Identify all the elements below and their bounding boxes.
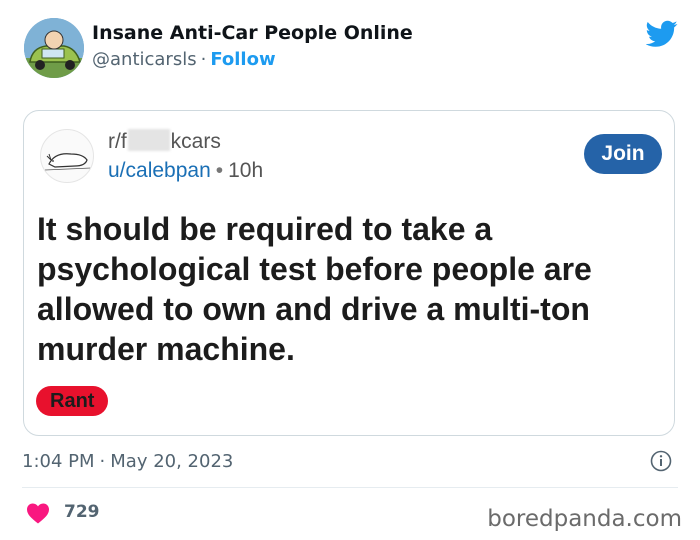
- timestamp-separator: ·: [99, 451, 106, 472]
- display-name[interactable]: Insane Anti-Car People Online: [92, 22, 413, 44]
- post-title: It should be required to take a psycholo…: [37, 211, 592, 367]
- twitter-bird-icon[interactable]: [646, 20, 678, 48]
- flair-badge[interactable]: Rant: [36, 386, 109, 416]
- source-watermark: boredpanda.com: [487, 506, 682, 532]
- reddit-post-card[interactable]: r/f kcars u/calebpan • 10h Join It should b…: [23, 110, 675, 436]
- profile-avatar[interactable]: [24, 18, 84, 78]
- subreddit-avatar[interactable]: [40, 129, 94, 183]
- join-button[interactable]: Join: [584, 134, 662, 174]
- heart-icon[interactable]: [26, 502, 50, 524]
- subreddit-suffix: kcars: [170, 130, 221, 153]
- username-link[interactable]: u/calebpan: [108, 159, 211, 182]
- info-icon[interactable]: [650, 450, 672, 472]
- post-age: 10h: [228, 159, 264, 182]
- tweet-timestamp[interactable]: 1:04 PM · May 20, 2023: [22, 451, 233, 472]
- censor-blur: [127, 129, 170, 151]
- like-count[interactable]: 729: [64, 502, 100, 522]
- post-meta: u/calebpan • 10h: [108, 159, 263, 183]
- handle[interactable]: @anticarsls: [92, 49, 197, 70]
- meta-separator: •: [215, 159, 224, 182]
- separator: ·: [200, 49, 207, 70]
- subreddit-prefix: r/f: [108, 130, 127, 153]
- handle-row: @anticarsls · Follow: [92, 49, 276, 70]
- cat-sketch-icon: [44, 153, 92, 171]
- timestamp-time: 1:04 PM: [22, 451, 95, 472]
- timestamp-date: May 20, 2023: [110, 451, 234, 472]
- car-cartoon-avatar-icon: [24, 18, 84, 78]
- footer-divider: [22, 487, 678, 488]
- follow-button[interactable]: Follow: [210, 49, 275, 70]
- subreddit-name[interactable]: r/f kcars: [108, 129, 221, 154]
